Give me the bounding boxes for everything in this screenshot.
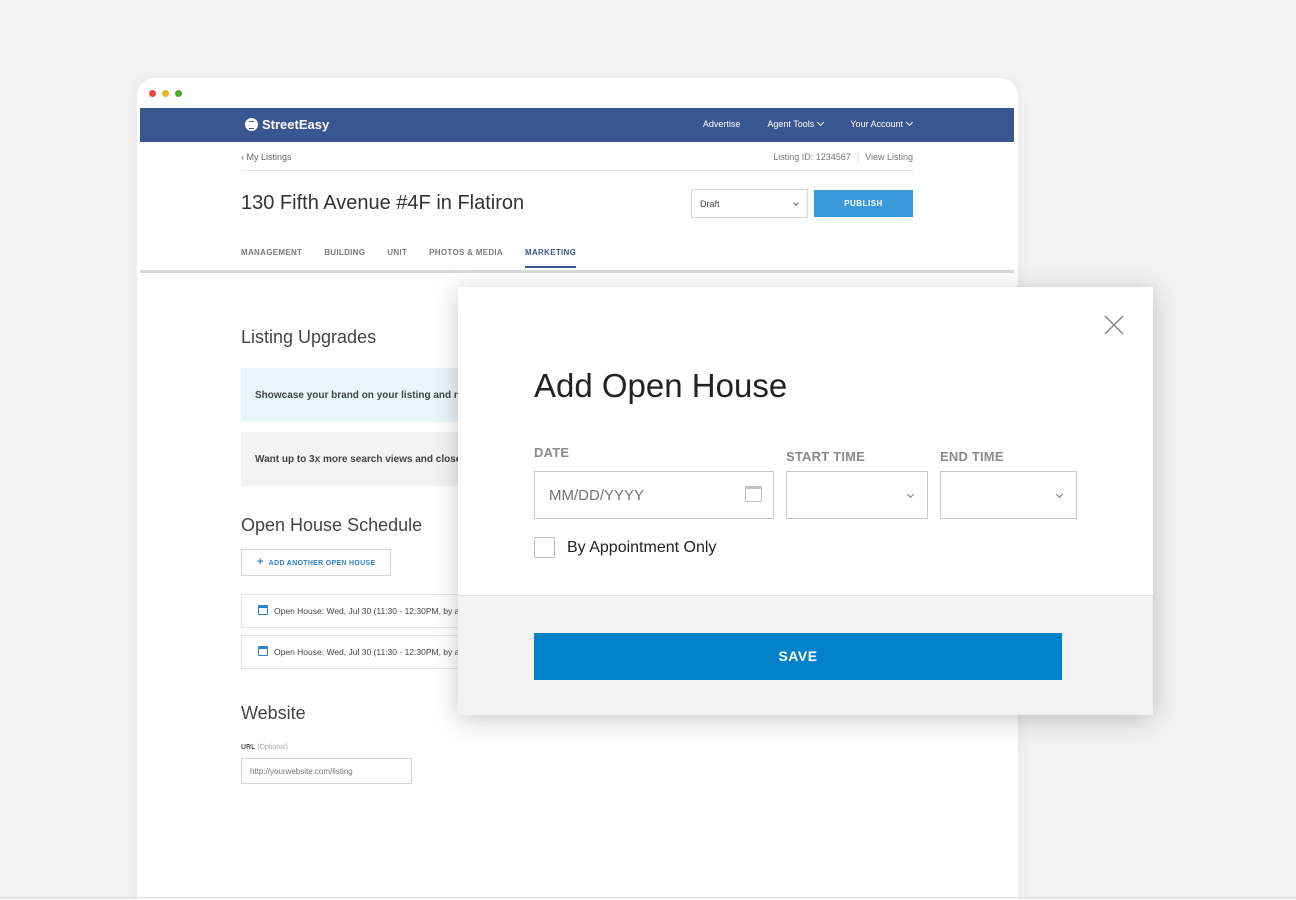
logo-icon — [245, 118, 258, 131]
page-bottom-divider — [0, 897, 1296, 898]
open-house-item[interactable]: Open House: Wed, Jul 30 (11:30 - 12:30PM… — [241, 594, 481, 628]
divider — [241, 170, 913, 171]
tab-building[interactable]: BUILDING — [324, 248, 365, 268]
brand-name: StreetEasy — [262, 117, 330, 132]
meta-divider: | — [856, 152, 860, 162]
add-open-house-button[interactable]: + ADD ANOTHER OPEN HOUSE — [241, 549, 391, 576]
page-title: 130 Fifth Avenue #4F in Flatiron — [241, 192, 525, 214]
top-navigation: StreetEasy Advertise Agent Tools Your Ac… — [140, 108, 1014, 142]
nav-advertise-label: Advertise — [702, 119, 741, 129]
nav-advertise[interactable]: Advertise — [703, 119, 741, 129]
listing-upgrades-heading: Listing Upgrades — [241, 327, 377, 347]
publish-button[interactable]: PUBLISH — [814, 190, 913, 217]
status-value: Draft — [700, 199, 720, 209]
tab-unit[interactable]: UNIT — [387, 248, 407, 268]
end-time-select[interactable] — [940, 471, 1077, 519]
listing-meta: Listing ID: 1234567 | View Listing — [773, 152, 913, 162]
date-input[interactable] — [534, 471, 774, 519]
breadcrumb[interactable]: ‹ My Listings — [241, 152, 292, 162]
save-button[interactable]: SAVE — [534, 633, 1062, 680]
close-icon[interactable] — [1103, 314, 1125, 336]
nav-links: Advertise Agent Tools Your Account — [703, 118, 914, 129]
listing-id: Listing ID: 1234567 — [773, 152, 851, 162]
calendar-icon — [258, 605, 268, 615]
chevron-down-icon — [793, 200, 799, 206]
plus-icon: + — [257, 556, 264, 568]
calendar-icon[interactable] — [745, 486, 762, 502]
breadcrumb-label: My Listings — [246, 152, 292, 162]
brand-logo[interactable]: StreetEasy — [245, 117, 329, 132]
chevron-down-icon — [1055, 490, 1064, 499]
open-house-heading: Open House Schedule — [241, 515, 423, 535]
close-window-icon[interactable] — [149, 90, 156, 97]
window-controls — [149, 90, 182, 97]
tab-management[interactable]: MANAGEMENT — [241, 248, 302, 268]
tab-marketing[interactable]: MARKETING — [525, 248, 577, 268]
open-house-item-text: Open House: Wed, Jul 30 (11:30 - 12:30PM… — [274, 606, 460, 616]
nav-agent-tools-label: Agent Tools — [767, 119, 815, 129]
open-house-item[interactable]: Open House: Wed, Jul 30 (11:30 - 12:30PM… — [241, 635, 481, 669]
chevron-down-icon — [817, 118, 825, 127]
start-time-select[interactable] — [786, 471, 928, 519]
modal-title: Add Open House — [534, 367, 788, 404]
start-time-label: START TIME — [786, 449, 866, 464]
nav-agent-tools[interactable]: Agent Tools — [767, 118, 825, 129]
minimize-window-icon[interactable] — [162, 90, 169, 97]
maximize-window-icon[interactable] — [175, 90, 182, 97]
chevron-down-icon — [905, 118, 914, 127]
chevron-down-icon — [906, 490, 915, 499]
tabs-divider — [140, 270, 1014, 273]
appointment-only-label[interactable]: By Appointment Only — [567, 539, 716, 557]
nav-your-account[interactable]: Your Account — [850, 118, 914, 129]
add-open-house-modal: Add Open House DATE START TIME END TIME … — [458, 287, 1153, 715]
status-select[interactable]: Draft — [691, 189, 808, 218]
tab-photos-media[interactable]: PHOTOS & MEDIA — [429, 248, 503, 268]
appointment-only-checkbox[interactable] — [534, 537, 555, 558]
add-open-house-label: ADD ANOTHER OPEN HOUSE — [268, 560, 376, 567]
website-heading: Website — [241, 703, 306, 723]
nav-your-account-label: Your Account — [850, 119, 903, 129]
open-house-item-text: Open House: Wed, Jul 30 (11:30 - 12:30PM… — [274, 647, 460, 657]
view-listing-link[interactable]: View Listing — [865, 152, 913, 162]
website-url-input[interactable] — [241, 758, 412, 784]
url-label: URL (Optional) — [241, 744, 288, 751]
date-label: DATE — [534, 445, 570, 460]
url-label-text: URL — [241, 744, 256, 751]
modal-footer: SAVE — [458, 595, 1153, 715]
end-time-label: END TIME — [940, 449, 1004, 464]
calendar-icon — [258, 646, 268, 656]
listing-tabs: MANAGEMENT BUILDING UNIT PHOTOS & MEDIA … — [241, 248, 577, 268]
url-optional-text: (Optional) — [257, 744, 288, 751]
